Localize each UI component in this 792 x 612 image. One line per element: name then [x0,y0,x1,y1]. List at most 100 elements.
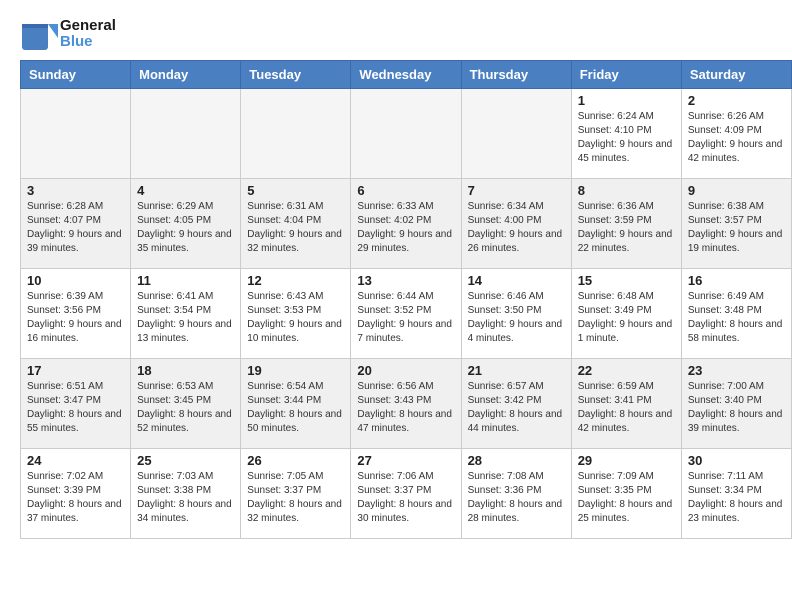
calendar-table: Sunday Monday Tuesday Wednesday Thursday… [20,60,792,539]
day-number: 5 [247,183,344,198]
day-info: Sunrise: 6:38 AMSunset: 3:57 PMDaylight:… [688,200,785,256]
day-number: 15 [578,273,675,288]
day-number: 18 [137,363,234,378]
calendar-cell: 10Sunrise: 6:39 AMSunset: 3:56 PMDayligh… [21,269,131,359]
calendar-cell: 3 Sunrise: 6:28 AMSunset: 4:07 PMDaylight… [21,179,131,269]
day-number: 23 [688,363,785,378]
calendar-week-1: 1Sunrise: 6:24 AMSunset: 4:10 PMDaylight… [21,89,792,179]
day-number: 24 [27,453,124,468]
day-info: Sunrise: 6:43 AMSunset: 3:53 PMDaylight:… [247,290,344,346]
calendar-week-2: 3 Sunrise: 6:28 AMSunset: 4:07 PMDaylight… [21,179,792,269]
calendar-cell: 22Sunrise: 6:59 AMSunset: 3:41 PMDayligh… [571,359,681,449]
col-wednesday: Wednesday [351,61,461,89]
calendar-week-3: 10Sunrise: 6:39 AMSunset: 3:56 PMDayligh… [21,269,792,359]
day-info: Sunrise: 6:51 AMSunset: 3:47 PMDaylight:… [27,380,124,436]
day-number: 9 [688,183,785,198]
day-number: 21 [468,363,565,378]
day-number: 10 [27,273,124,288]
day-number: 19 [247,363,344,378]
calendar-cell [461,89,571,179]
day-info: Sunrise: 7:00 AMSunset: 3:40 PMDaylight:… [688,380,785,436]
day-info: Sunrise: 6:29 AMSunset: 4:05 PMDaylight:… [137,200,234,256]
day-info: Sunrise: 6:31 AMSunset: 4:04 PMDaylight:… [247,200,344,256]
day-number: 11 [137,273,234,288]
day-number: 13 [357,273,454,288]
calendar-cell: 9 Sunrise: 6:38 AMSunset: 3:57 PMDaylight… [681,179,791,269]
day-info: Sunrise: 7:06 AMSunset: 3:37 PMDaylight:… [357,470,454,526]
logo: General Blue [20,16,116,52]
calendar-cell: 17 Sunrise: 6:51 AMSunset: 3:47 PMDayligh… [21,359,131,449]
calendar-cell: 7 Sunrise: 6:34 AMSunset: 4:00 PMDaylight… [461,179,571,269]
calendar-header-row: Sunday Monday Tuesday Wednesday Thursday… [21,61,792,89]
logo-icon [20,16,56,52]
calendar-cell: 18 Sunrise: 6:53 AMSunset: 3:45 PMDayligh… [131,359,241,449]
calendar-cell: 8 Sunrise: 6:36 AMSunset: 3:59 PMDaylight… [571,179,681,269]
calendar-cell: 13Sunrise: 6:44 AMSunset: 3:52 PMDayligh… [351,269,461,359]
day-number: 2 [688,93,785,108]
day-info: Sunrise: 7:08 AMSunset: 3:36 PMDaylight:… [468,470,565,526]
calendar-cell: 19 Sunrise: 6:54 AMSunset: 3:44 PMDayligh… [241,359,351,449]
day-info: Sunrise: 6:59 AMSunset: 3:41 PMDaylight:… [578,380,675,436]
day-number: 27 [357,453,454,468]
day-info: Sunrise: 6:41 AMSunset: 3:54 PMDaylight:… [137,290,234,346]
day-info: Sunrise: 6:28 AMSunset: 4:07 PMDaylight:… [27,200,124,256]
calendar-cell: 15 Sunrise: 6:48 AMSunset: 3:49 PMDayligh… [571,269,681,359]
day-info: Sunrise: 6:34 AMSunset: 4:00 PMDaylight:… [468,200,565,256]
col-monday: Monday [131,61,241,89]
day-number: 1 [578,93,675,108]
day-number: 3 [27,183,124,198]
day-info: Sunrise: 7:03 AMSunset: 3:38 PMDaylight:… [137,470,234,526]
calendar-cell: 12 Sunrise: 6:43 AMSunset: 3:53 PMDayligh… [241,269,351,359]
day-info: Sunrise: 7:09 AMSunset: 3:35 PMDaylight:… [578,470,675,526]
calendar-cell: 27 Sunrise: 7:06 AMSunset: 3:37 PMDayligh… [351,449,461,539]
day-number: 8 [578,183,675,198]
day-info: Sunrise: 6:26 AMSunset: 4:09 PMDaylight:… [688,110,785,166]
calendar-cell [21,89,131,179]
day-info: Sunrise: 7:05 AMSunset: 3:37 PMDaylight:… [247,470,344,526]
calendar-week-5: 24 Sunrise: 7:02 AMSunset: 3:39 PMDayligh… [21,449,792,539]
calendar-cell: 11 Sunrise: 6:41 AMSunset: 3:54 PMDayligh… [131,269,241,359]
calendar-cell [241,89,351,179]
calendar-cell: 21 Sunrise: 6:57 AMSunset: 3:42 PMDayligh… [461,359,571,449]
day-number: 7 [468,183,565,198]
day-number: 6 [357,183,454,198]
day-info: Sunrise: 6:57 AMSunset: 3:42 PMDaylight:… [468,380,565,436]
day-number: 17 [27,363,124,378]
calendar-week-4: 17 Sunrise: 6:51 AMSunset: 3:47 PMDayligh… [21,359,792,449]
calendar-cell: 6 Sunrise: 6:33 AMSunset: 4:02 PMDaylight… [351,179,461,269]
day-number: 26 [247,453,344,468]
calendar-cell: 16 Sunrise: 6:49 AMSunset: 3:48 PMDayligh… [681,269,791,359]
day-info: Sunrise: 6:36 AMSunset: 3:59 PMDaylight:… [578,200,675,256]
day-info: Sunrise: 6:53 AMSunset: 3:45 PMDaylight:… [137,380,234,436]
calendar-wrapper: Sunday Monday Tuesday Wednesday Thursday… [0,60,792,549]
day-number: 30 [688,453,785,468]
day-info: Sunrise: 6:56 AMSunset: 3:43 PMDaylight:… [357,380,454,436]
calendar-cell: 2 Sunrise: 6:26 AMSunset: 4:09 PMDaylight… [681,89,791,179]
day-number: 28 [468,453,565,468]
day-number: 12 [247,273,344,288]
day-number: 14 [468,273,565,288]
calendar-cell: 25 Sunrise: 7:03 AMSunset: 3:38 PMDayligh… [131,449,241,539]
calendar-cell: 4 Sunrise: 6:29 AMSunset: 4:05 PMDaylight… [131,179,241,269]
day-info: Sunrise: 6:46 AMSunset: 3:50 PMDaylight:… [468,290,565,346]
day-info: Sunrise: 6:33 AMSunset: 4:02 PMDaylight:… [357,200,454,256]
day-info: Sunrise: 6:49 AMSunset: 3:48 PMDaylight:… [688,290,785,346]
col-thursday: Thursday [461,61,571,89]
day-number: 29 [578,453,675,468]
col-tuesday: Tuesday [241,61,351,89]
day-info: Sunrise: 6:48 AMSunset: 3:49 PMDaylight:… [578,290,675,346]
calendar-cell: 29 Sunrise: 7:09 AMSunset: 3:35 PMDayligh… [571,449,681,539]
day-number: 16 [688,273,785,288]
logo-text: General Blue [60,18,116,51]
calendar-cell: 20 Sunrise: 6:56 AMSunset: 3:43 PMDayligh… [351,359,461,449]
calendar-cell: 28 Sunrise: 7:08 AMSunset: 3:36 PMDayligh… [461,449,571,539]
col-sunday: Sunday [21,61,131,89]
day-info: Sunrise: 7:02 AMSunset: 3:39 PMDaylight:… [27,470,124,526]
day-number: 25 [137,453,234,468]
calendar-cell [131,89,241,179]
day-info: Sunrise: 6:54 AMSunset: 3:44 PMDaylight:… [247,380,344,436]
day-info: Sunrise: 7:11 AMSunset: 3:34 PMDaylight:… [688,470,785,526]
day-number: 20 [357,363,454,378]
calendar-cell [351,89,461,179]
day-number: 4 [137,183,234,198]
